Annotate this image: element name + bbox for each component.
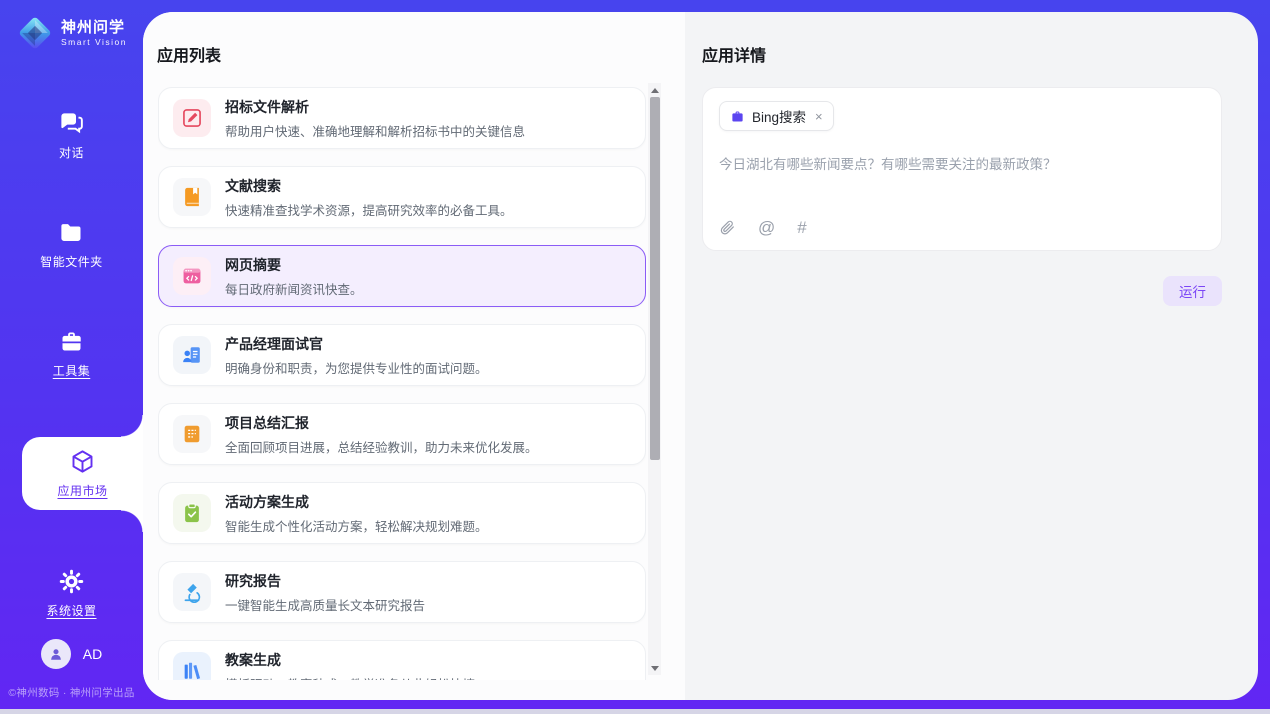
main-surface: 应用列表 招标文件解析 帮助用户快速、准确地理解和解析招标书中的关键信息 文献搜… <box>143 12 1258 700</box>
app-list-scrollbar[interactable] <box>648 83 661 675</box>
app-name: 项目总结汇报 <box>225 413 538 433</box>
gear-icon <box>58 568 85 595</box>
app-description: 每日政府新闻资讯快查。 <box>225 279 363 298</box>
mention-icon[interactable]: @ <box>758 219 775 236</box>
app-description: 明确身份和职责，为您提供专业性的面试问题。 <box>225 358 488 377</box>
clipboard-check-icon <box>181 502 203 524</box>
app-list: 招标文件解析 帮助用户快速、准确地理解和解析招标书中的关键信息 文献搜索 快速精… <box>158 87 646 680</box>
brand-diamond-icon <box>16 14 54 52</box>
triangle-down-icon <box>651 666 659 671</box>
prompt-input[interactable]: 今日湖北有哪些新闻要点？有哪些需要关注的最新政策？ <box>719 155 1205 219</box>
hash-icon[interactable]: # <box>797 219 806 236</box>
browser-icon <box>181 265 203 287</box>
note-icon <box>181 423 203 445</box>
app-name: 网页摘要 <box>225 255 363 275</box>
triangle-up-icon <box>651 88 659 93</box>
app-name: 招标文件解析 <box>225 97 525 117</box>
run-button[interactable]: 运行 <box>1163 276 1222 306</box>
app-list-title: 应用列表 <box>157 42 661 66</box>
app-list-item-literature-search[interactable]: 文献搜索 快速精准查找学术资源，提高研究效率的必备工具。 <box>158 166 646 228</box>
scroll-up-button[interactable] <box>648 83 661 97</box>
sidebar-item-system-settings[interactable]: 系统设置 <box>46 568 96 619</box>
cube-icon <box>69 448 96 475</box>
app-detail-title: 应用详情 <box>702 42 1222 66</box>
books-icon <box>181 660 203 680</box>
person-icon <box>47 645 65 663</box>
app-description: 快速精准查找学术资源，提高研究效率的必备工具。 <box>225 200 513 219</box>
scroll-down-button[interactable] <box>648 661 661 675</box>
copyright-footer: ©神州数码 · 神州问学出品 <box>0 685 143 700</box>
person-doc-icon <box>181 344 203 366</box>
app-list-item-bid-document-parse[interactable]: 招标文件解析 帮助用户快速、准确地理解和解析招标书中的关键信息 <box>158 87 646 149</box>
brand-tagline: Smart Vision <box>61 37 127 47</box>
app-description: 全面回顾项目进展，总结经验教训，助力未来优化发展。 <box>225 437 538 456</box>
sidebar: 神州问学 Smart Vision 对话 智能文件夹 工具集 应用市场 系统设置… <box>0 0 143 709</box>
sidebar-item-chat[interactable]: 对话 <box>58 110 85 161</box>
app-name: 文献搜索 <box>225 176 513 196</box>
avatar <box>41 639 71 669</box>
app-list-item-lesson-plan[interactable]: 教案生成 模板驱动，教案秒成，教学准备从此轻松快捷 <box>158 640 646 680</box>
run-row: 运行 <box>702 276 1222 306</box>
app-description: 帮助用户快速、准确地理解和解析招标书中的关键信息 <box>225 121 525 140</box>
scrollbar-thumb[interactable] <box>650 97 660 460</box>
tool-tag-bing-search[interactable]: Bing搜索 × <box>719 101 834 131</box>
app-list-item-event-plan[interactable]: 活动方案生成 智能生成个性化活动方案，轻松解决规划难题。 <box>158 482 646 544</box>
composer-toolbar: @ # <box>719 219 1205 236</box>
app-name: 研究报告 <box>225 571 425 591</box>
user-label: AD <box>83 646 102 662</box>
brand-logo: 神州问学 Smart Vision <box>0 14 143 52</box>
tool-tag-label: Bing搜索 <box>752 106 806 126</box>
microscope-icon <box>181 581 203 603</box>
app-list-item-pm-interviewer[interactable]: 产品经理面试官 明确身份和职责，为您提供专业性的面试问题。 <box>158 324 646 386</box>
paperclip-icon[interactable] <box>719 219 736 236</box>
app-description: 智能生成个性化活动方案，轻松解决规划难题。 <box>225 516 488 535</box>
app-description: 模板驱动，教案秒成，教学准备从此轻松快捷 <box>225 674 475 681</box>
toolbox-icon <box>58 328 85 355</box>
app-name: 活动方案生成 <box>225 492 488 512</box>
sidebar-item-smart-folder[interactable]: 智能文件夹 <box>40 219 103 270</box>
app-detail-panel: 应用详情 Bing搜索 × 今日湖北有哪些新闻要点？有哪些需要关注的最新政策？ … <box>685 12 1258 700</box>
user-account[interactable]: AD <box>0 639 143 669</box>
app-list-panel: 应用列表 招标文件解析 帮助用户快速、准确地理解和解析招标书中的关键信息 文献搜… <box>143 12 685 700</box>
sidebar-item-app-market[interactable]: 应用市场 <box>22 437 143 510</box>
sidebar-item-toolset[interactable]: 工具集 <box>53 328 91 379</box>
app-description: 一键智能生成高质量长文本研究报告 <box>225 595 425 614</box>
brand-name: 神州问学 <box>61 19 127 36</box>
app-name: 教案生成 <box>225 650 475 670</box>
app-name: 产品经理面试官 <box>225 334 488 354</box>
app-list-item-web-summary[interactable]: 网页摘要 每日政府新闻资讯快查。 <box>158 245 646 307</box>
sidebar-nav: 对话 智能文件夹 工具集 应用市场 系统设置 <box>0 110 143 619</box>
app-list-item-research-report[interactable]: 研究报告 一键智能生成高质量长文本研究报告 <box>158 561 646 623</box>
window-bottom-edge <box>0 709 1270 714</box>
prompt-card: Bing搜索 × 今日湖北有哪些新闻要点？有哪些需要关注的最新政策？ @ # <box>702 87 1222 251</box>
briefcase-icon <box>730 109 745 124</box>
book-icon <box>181 186 203 208</box>
folder-icon <box>58 219 85 246</box>
app-list-item-project-summary[interactable]: 项目总结汇报 全面回顾项目进展，总结经验教训，助力未来优化发展。 <box>158 403 646 465</box>
tool-tag-close-icon[interactable]: × <box>815 110 823 123</box>
chat-icon <box>58 110 85 137</box>
pen-square-icon <box>181 107 203 129</box>
